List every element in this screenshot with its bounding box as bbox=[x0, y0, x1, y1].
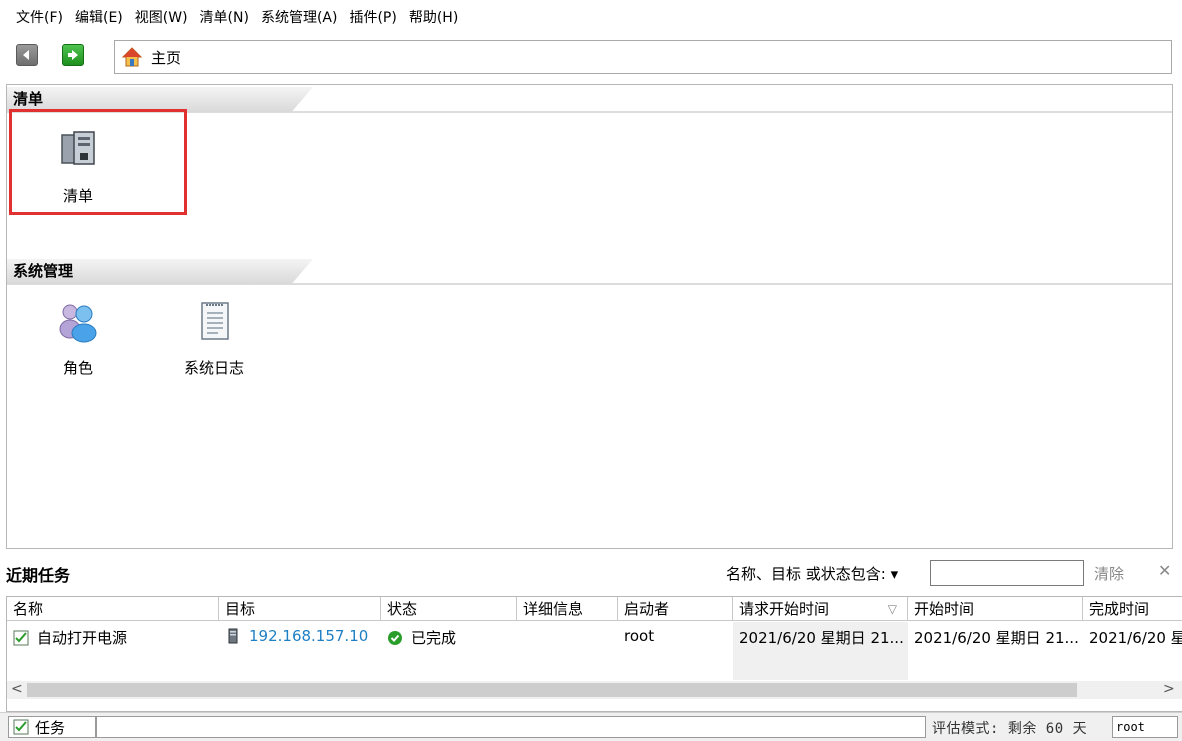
column-target[interactable]: 目标 bbox=[219, 597, 381, 621]
tasks-button[interactable]: 任务 bbox=[8, 716, 96, 738]
home-panel: 清单 清单 系统管理 角色 系统日志 bbox=[6, 84, 1173, 549]
clear-button[interactable]: 清除 bbox=[1094, 563, 1124, 584]
task-name: 自动打开电源 bbox=[37, 629, 128, 647]
menu-administration[interactable]: 系统管理(A) bbox=[255, 0, 344, 36]
column-requested-start[interactable]: 请求开始时间 ▽ bbox=[733, 597, 908, 621]
evaluation-mode-text: 评估模式: 剩余 60 天 bbox=[932, 721, 1088, 737]
cell-status: 已完成 bbox=[381, 622, 517, 680]
status-message-field bbox=[96, 716, 926, 738]
column-start[interactable]: 开始时间 bbox=[908, 597, 1083, 621]
cell-start: 2021/6/20 星期日 21... bbox=[914, 629, 1079, 647]
column-details[interactable]: 详细信息 bbox=[517, 597, 618, 621]
column-requested-start-label: 请求开始时间 bbox=[739, 600, 830, 618]
column-name[interactable]: 名称 bbox=[7, 597, 219, 621]
success-check-icon bbox=[388, 631, 402, 645]
menu-help[interactable]: 帮助(H) bbox=[403, 0, 464, 36]
section-header-administration: 系统管理 bbox=[7, 259, 1172, 285]
menu-view[interactable]: 视图(W) bbox=[129, 0, 194, 36]
recent-tasks-panel: 近期任务 名称、目标 或状态包含: ▾ 清除 ✕ 名称 目标 状态 详细信息 启… bbox=[0, 552, 1182, 712]
sort-descending-icon: ▽ bbox=[887, 602, 897, 616]
system-log-icon bbox=[201, 302, 229, 340]
menu-bar: 文件(F) 编辑(E) 视图(W) 清单(N) 系统管理(A) 插件(P) 帮助… bbox=[0, 0, 1182, 36]
tasks-icon bbox=[13, 719, 29, 735]
highlight-box bbox=[9, 109, 187, 215]
close-icon[interactable]: ✕ bbox=[1158, 561, 1171, 580]
menu-file[interactable]: 文件(F) bbox=[10, 0, 69, 36]
recent-tasks-title: 近期任务 bbox=[6, 566, 71, 585]
cell-requested-start: 2021/6/20 星期日 21... bbox=[733, 622, 908, 680]
tile-label-system-log: 系统日志 bbox=[183, 359, 244, 377]
task-icon bbox=[13, 630, 29, 646]
roles-icon bbox=[59, 304, 97, 343]
tile-label-roles: 角色 bbox=[62, 359, 93, 377]
menu-plugins[interactable]: 插件(P) bbox=[343, 0, 402, 36]
tile-roles[interactable]: 角色 bbox=[23, 283, 133, 383]
tasks-table: 名称 目标 状态 详细信息 启动者 请求开始时间 ▽ 开始时间 完成时间 自动打… bbox=[6, 596, 1182, 712]
forward-button[interactable] bbox=[62, 44, 84, 66]
table-header: 名称 目标 状态 详细信息 启动者 请求开始时间 ▽ 开始时间 完成时间 bbox=[7, 597, 1182, 621]
status-bar: 任务 评估模式: 剩余 60 天 root bbox=[0, 712, 1182, 741]
tile-system-log[interactable]: 系统日志 bbox=[159, 283, 269, 383]
arrow-right-icon bbox=[68, 50, 78, 60]
column-initiator[interactable]: 启动者 bbox=[618, 597, 733, 621]
cell-completed: 2021/6/20 星 bbox=[1089, 629, 1182, 647]
column-completed[interactable]: 完成时间 bbox=[1083, 597, 1182, 621]
menu-inventory[interactable]: 清单(N) bbox=[194, 0, 255, 36]
menu-edit[interactable]: 编辑(E) bbox=[69, 0, 129, 36]
scroll-right-icon[interactable]: > bbox=[1163, 681, 1175, 697]
column-status[interactable]: 状态 bbox=[381, 597, 517, 621]
arrow-left-icon bbox=[23, 50, 29, 60]
status-text: 已完成 bbox=[411, 629, 457, 647]
back-button[interactable] bbox=[16, 44, 38, 66]
table-row[interactable]: 自动打开电源 192.168.157.10 已完成 root 2021/6/20… bbox=[7, 622, 1182, 680]
section-title-administration: 系统管理 bbox=[7, 259, 313, 284]
scroll-thumb[interactable] bbox=[27, 683, 1077, 697]
cell-target: 192.168.157.10 bbox=[219, 622, 381, 680]
target-link[interactable]: 192.168.157.10 bbox=[249, 627, 368, 645]
tasks-label: 任务 bbox=[35, 718, 66, 737]
filter-dropdown[interactable]: 名称、目标 或状态包含: ▾ bbox=[726, 563, 898, 584]
address-bar[interactable]: 主页 bbox=[114, 40, 1172, 74]
horizontal-scrollbar[interactable]: < > bbox=[7, 681, 1182, 699]
host-icon bbox=[228, 628, 238, 644]
home-icon bbox=[121, 47, 143, 67]
cell-initiator: root bbox=[624, 627, 655, 645]
cell-name: 自动打开电源 bbox=[7, 622, 219, 680]
cell-details bbox=[517, 622, 618, 680]
toolbar: 主页 bbox=[0, 36, 1182, 80]
current-user: root bbox=[1112, 716, 1178, 738]
filter-input[interactable] bbox=[930, 560, 1084, 586]
scroll-left-icon[interactable]: < bbox=[11, 681, 23, 697]
address-text: 主页 bbox=[151, 48, 182, 67]
